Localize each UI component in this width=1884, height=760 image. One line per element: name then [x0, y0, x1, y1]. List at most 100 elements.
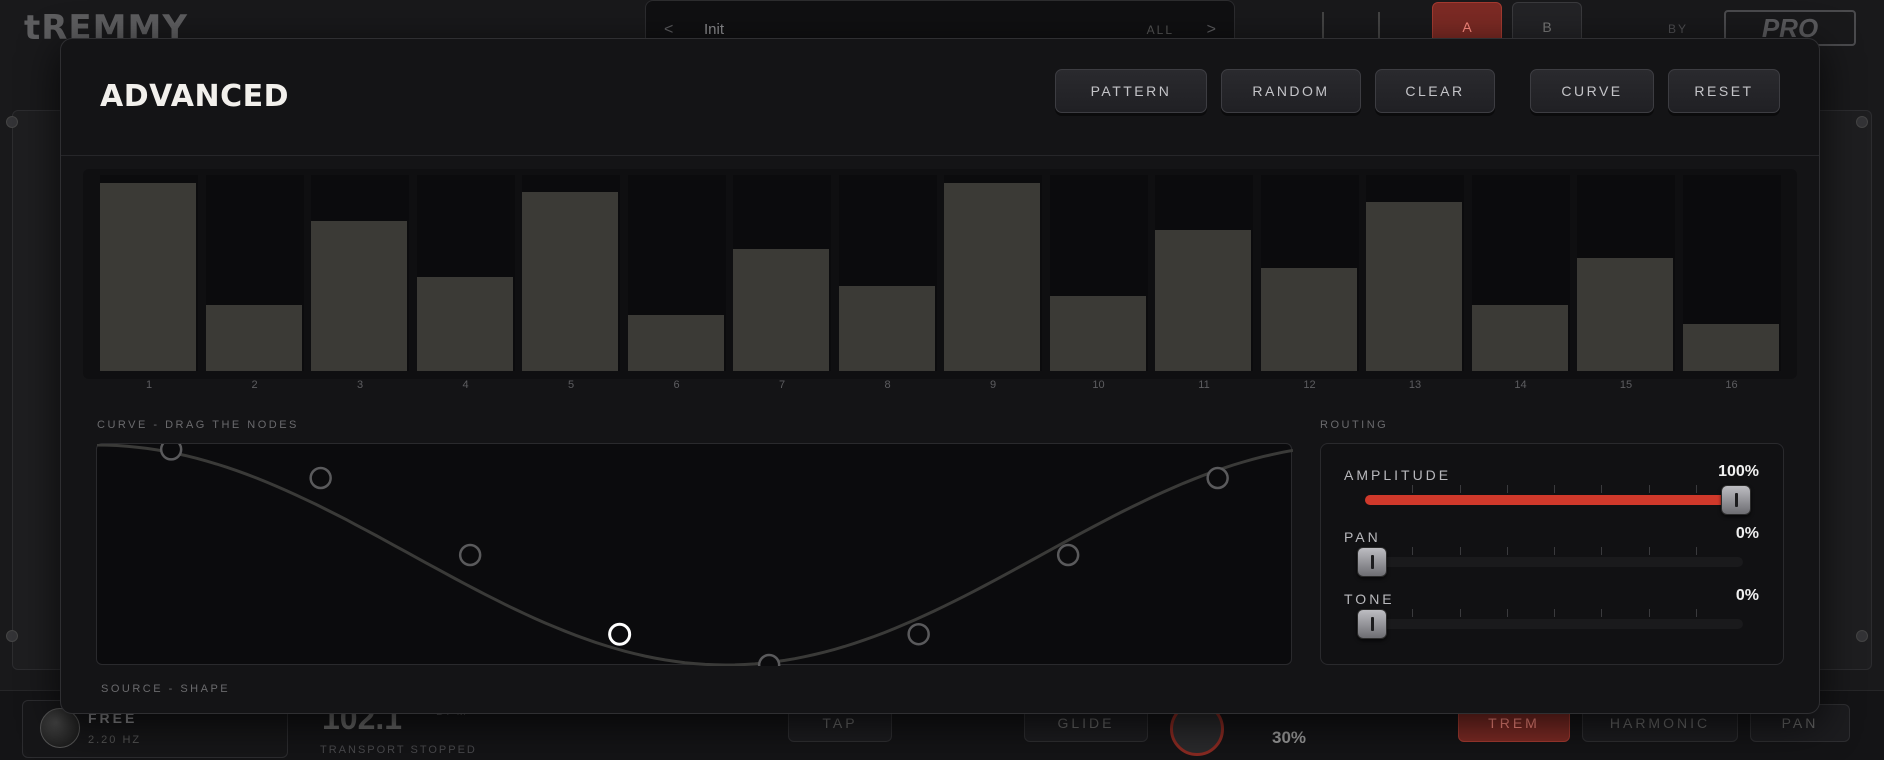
ramp-wave-icon[interactable]: [1322, 12, 1356, 40]
step-column[interactable]: [311, 175, 409, 371]
tone-value: 0%: [1735, 587, 1759, 604]
step-column[interactable]: [100, 175, 198, 371]
step-bar[interactable]: [838, 286, 935, 371]
slider-tick: [1412, 609, 1414, 617]
step-bar[interactable]: [311, 221, 407, 371]
right-meter-panel: [1812, 110, 1872, 670]
step-number: 4: [462, 379, 469, 391]
step-column[interactable]: [1471, 175, 1570, 371]
tone-slider-track[interactable]: [1365, 609, 1743, 629]
curve-node[interactable]: [1206, 466, 1229, 490]
preset-prev-button[interactable]: <: [664, 21, 673, 39]
step-column[interactable]: [838, 175, 937, 371]
slider-tick: [1601, 547, 1603, 555]
slider-tick: [1412, 547, 1414, 555]
step-column[interactable]: [1682, 175, 1781, 371]
step-number: 9: [989, 379, 997, 391]
curve-node[interactable]: [458, 543, 482, 567]
curve-node[interactable]: [907, 622, 930, 646]
step-bar[interactable]: [1682, 324, 1779, 371]
step-bar[interactable]: [1155, 230, 1251, 371]
preset-next-button[interactable]: >: [1207, 21, 1216, 39]
random-button[interactable]: RANDOM: [1221, 69, 1361, 113]
step-column[interactable]: [944, 175, 1042, 371]
step-bar[interactable]: [944, 183, 1040, 371]
curve-button[interactable]: CURVE: [1530, 69, 1654, 113]
curve-node-selected[interactable]: [608, 622, 632, 646]
amplitude-slider-track[interactable]: [1365, 485, 1743, 505]
slider-tick: [1554, 609, 1555, 617]
slider-tick: [1506, 609, 1508, 617]
step-bar[interactable]: [1471, 305, 1568, 371]
slider-tick: [1459, 609, 1461, 617]
slider-tick: [1601, 485, 1603, 493]
slider-tick: [1506, 547, 1508, 555]
step-column[interactable]: [1366, 175, 1464, 371]
step-number: 8: [884, 379, 891, 391]
step-number: 11: [1198, 379, 1210, 391]
by-label: BY: [1668, 22, 1689, 36]
transport-status: TRANSPORT STOPPED: [320, 744, 477, 756]
step-number: 7: [778, 379, 786, 391]
curve-editor[interactable]: [96, 443, 1293, 666]
step-bar[interactable]: [1366, 202, 1462, 371]
screw-icon: [6, 630, 18, 642]
curve-node[interactable]: [159, 444, 183, 461]
tone-slider-thumb[interactable]: [1357, 609, 1387, 639]
curve-node[interactable]: [757, 653, 781, 666]
step-bar[interactable]: [1049, 296, 1146, 371]
step-bar[interactable]: [522, 192, 618, 371]
panel-title: ADVANCED: [100, 79, 290, 114]
curve-node[interactable]: [1056, 543, 1080, 567]
preset-category[interactable]: ALL: [1147, 23, 1174, 37]
step-column[interactable]: [522, 175, 620, 371]
curve-graph[interactable]: [97, 444, 1293, 666]
slider-tick: [1695, 547, 1697, 555]
screw-icon: [1856, 116, 1868, 128]
advanced-panel: ADVANCED PATTERN RANDOM CLEAR CURVE RESE…: [60, 38, 1820, 714]
step-column[interactable]: [1155, 175, 1253, 371]
preset-name: Init: [704, 21, 725, 38]
reset-button[interactable]: RESET: [1668, 69, 1780, 113]
amplitude-slider-thumb[interactable]: [1721, 485, 1751, 515]
pan-slider-track[interactable]: [1365, 547, 1743, 567]
step-number: 6: [673, 379, 680, 391]
step-number: 15: [1619, 379, 1633, 391]
step-column[interactable]: [733, 175, 831, 371]
slider-tick: [1648, 485, 1650, 493]
step-bar[interactable]: [627, 315, 724, 371]
source-label: SOURCE - SHAPE: [101, 683, 231, 695]
step-bar[interactable]: [100, 183, 196, 371]
step-bar[interactable]: [1577, 258, 1673, 371]
step-column[interactable]: [627, 175, 726, 371]
slider-tick: [1601, 609, 1603, 617]
slider-tick: [1506, 485, 1508, 493]
rate-knob[interactable]: [40, 708, 80, 748]
step-bar[interactable]: [1260, 268, 1357, 371]
slider-tick: [1695, 609, 1697, 617]
clear-button[interactable]: CLEAR: [1375, 69, 1495, 113]
step-number: 1: [145, 379, 153, 391]
step-column[interactable]: [1577, 175, 1675, 371]
step-number: 12: [1303, 379, 1316, 391]
pan-slider-thumb[interactable]: [1357, 547, 1387, 577]
screw-icon: [1856, 630, 1868, 642]
slider-tick: [1459, 547, 1461, 555]
step-bar[interactable]: [733, 249, 829, 371]
step-column[interactable]: [1049, 175, 1148, 371]
square-wave-icon[interactable]: [1378, 12, 1412, 40]
pattern-button[interactable]: PATTERN: [1055, 69, 1207, 113]
step-number: 2: [251, 379, 258, 391]
screw-icon: [6, 116, 18, 128]
amplitude-slider-fill: [1365, 495, 1743, 505]
step-column[interactable]: [1260, 175, 1359, 371]
step-bar[interactable]: [416, 277, 513, 371]
rate-value: 2.20 HZ: [88, 734, 142, 746]
step-number: 5: [567, 379, 575, 391]
slider-tick: [1648, 547, 1650, 555]
curve-node[interactable]: [309, 466, 332, 490]
slider-tick: [1648, 609, 1650, 617]
step-bar[interactable]: [205, 305, 302, 371]
step-column[interactable]: [205, 175, 304, 371]
step-column[interactable]: [416, 175, 515, 371]
